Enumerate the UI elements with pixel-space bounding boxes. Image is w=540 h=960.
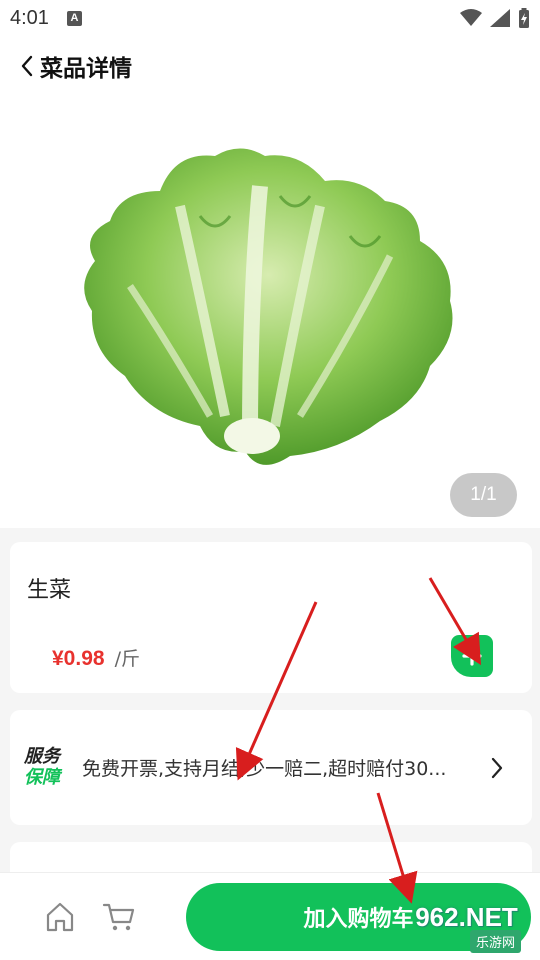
service-description: 免费开票,支持月结,少一赔二,超时赔付30... <box>82 758 447 780</box>
watermark-logo: 962.NET 乐游网 <box>398 902 535 957</box>
product-info-card: 生菜 ¥0.98 /斤 <box>10 542 532 693</box>
cart-button[interactable] <box>102 901 136 937</box>
home-button[interactable] <box>44 901 76 937</box>
status-icons <box>460 8 530 28</box>
product-image-gallery[interactable] <box>0 96 540 528</box>
watermark-number: 962.NET <box>415 902 518 932</box>
battery-icon <box>519 8 529 28</box>
home-icon <box>46 902 74 932</box>
cart-icon <box>102 903 135 931</box>
product-name: 生菜 <box>27 578 72 603</box>
service-guarantee-card[interactable]: 服务 保障 免费开票,支持月结,少一赔二,超时赔付30... <box>10 710 532 825</box>
lettuce-image <box>84 148 453 465</box>
service-logo-line2: 保障 <box>24 767 60 788</box>
page-header: 菜品详情 <box>0 36 540 96</box>
status-bar: 4:01 A <box>0 0 540 36</box>
watermark-site: 乐游网 <box>470 930 522 953</box>
chevron-left-icon <box>21 55 33 77</box>
wifi-icon <box>460 9 482 26</box>
plus-icon <box>462 646 482 666</box>
chevron-right-icon[interactable] <box>490 757 504 779</box>
price-unit: /斤 <box>114 648 140 670</box>
service-guarantee-logo: 服务 保障 <box>24 746 70 788</box>
product-price: ¥0.98 <box>52 647 105 670</box>
signal-icon <box>490 9 510 27</box>
price-row: ¥0.98 /斤 <box>52 644 140 671</box>
image-pager-indicator: 1/1 <box>450 473 517 517</box>
page-title: 菜品详情 <box>40 56 132 82</box>
status-time: 4:01 <box>10 6 49 29</box>
notification-icon: A <box>66 10 82 26</box>
back-button[interactable]: 菜品详情 <box>20 49 132 83</box>
service-logo-line1: 服务 <box>24 746 60 767</box>
add-quantity-button[interactable] <box>451 635 493 677</box>
